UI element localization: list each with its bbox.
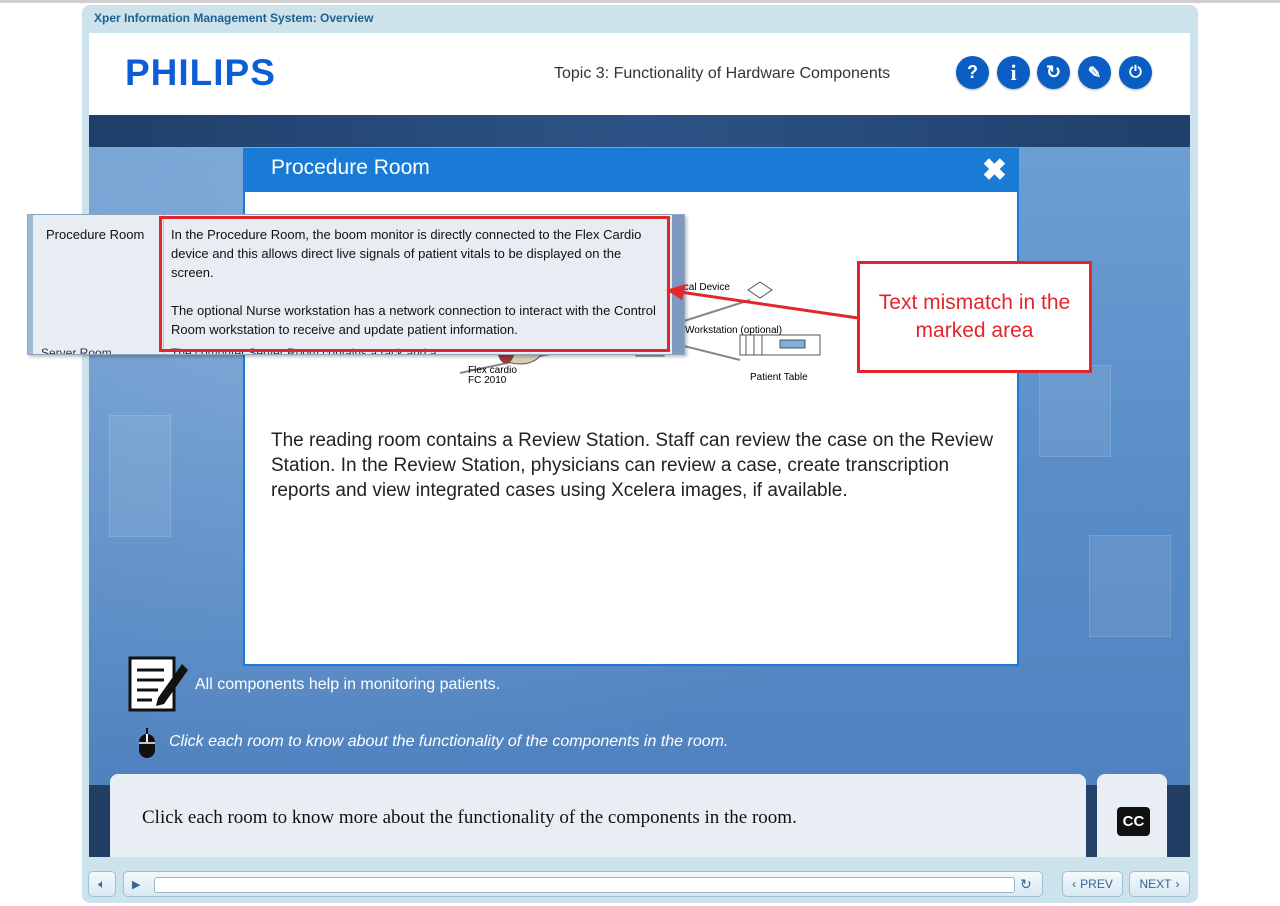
info-button[interactable]: i [997,56,1030,89]
philips-logo: PHILIPS [125,52,276,93]
background-decoration [1039,365,1111,457]
volume-button[interactable]: 🔈︎ [88,871,116,897]
row-label-procedure-room: Procedure Room [46,227,145,242]
annotation-callout-text: Text mismatch in the marked area [878,291,1071,342]
prev-label: PREV [1080,877,1113,891]
row-label-server-room: Server Room [41,346,112,355]
power-icon: ⏻ [1129,63,1142,81]
replay-button[interactable]: ↻ [1037,56,1070,89]
diagram-label-workstation: Workstation (optional) [685,325,782,336]
exit-button[interactable]: ⏻ [1119,56,1152,89]
speaker-icon: 🔈︎ [98,876,106,891]
dialog-title: Procedure Room [271,156,430,179]
prev-button[interactable]: ‹ PREV [1062,871,1123,897]
stage-banner-top [89,115,1190,147]
play-icon[interactable]: ▶ [132,878,140,891]
dialog-body-text: The reading room contains a Review Stati… [271,430,994,501]
glossary-button[interactable]: ✎ [1078,56,1111,89]
pen-icon: ✎ [1087,64,1102,82]
dialog-header: Procedure Room ✖ [245,150,1017,192]
note-text: All components help in monitoring patien… [195,676,501,693]
instruction-text: Click each room to know about the functi… [169,733,729,750]
help-icon: ? [967,62,978,82]
background-decoration [109,415,171,537]
close-icon[interactable]: ✖ [982,154,1007,188]
next-button[interactable]: NEXT › [1129,871,1190,897]
cc-panel: CC [1097,774,1167,857]
notepad-icon [128,656,188,712]
caption-text: Click each room to know more about the f… [142,807,797,828]
diagram-label-fc-model: FC 2010 [468,375,507,386]
chevron-right-icon: › [1175,877,1180,891]
help-button[interactable]: ? [956,56,989,89]
annotation-arrow [666,284,859,320]
chevron-left-icon: ‹ [1072,877,1077,891]
background-decoration [1089,535,1171,637]
table-label-column: Procedure Room [33,215,164,354]
caption-panel: Click each room to know more about the f… [110,774,1086,857]
browser-top-line [0,0,1280,3]
progress-track[interactable] [154,877,1015,893]
mismatch-highlight-box [159,216,670,352]
restart-icon[interactable]: ↻ [1020,876,1032,893]
mouse-icon [139,728,155,758]
next-label: NEXT [1139,877,1172,891]
info-icon: i [1010,59,1017,85]
window-title: Xper Information Management System: Over… [94,11,374,25]
topic-title: Topic 3: Functionality of Hardware Compo… [554,65,891,82]
diagram-label-patient-table: Patient Table [750,372,808,383]
annotation-callout: Text mismatch in the marked area [857,261,1092,373]
closed-captions-button[interactable]: CC [1117,807,1150,836]
replay-icon: ↻ [1045,62,1062,82]
